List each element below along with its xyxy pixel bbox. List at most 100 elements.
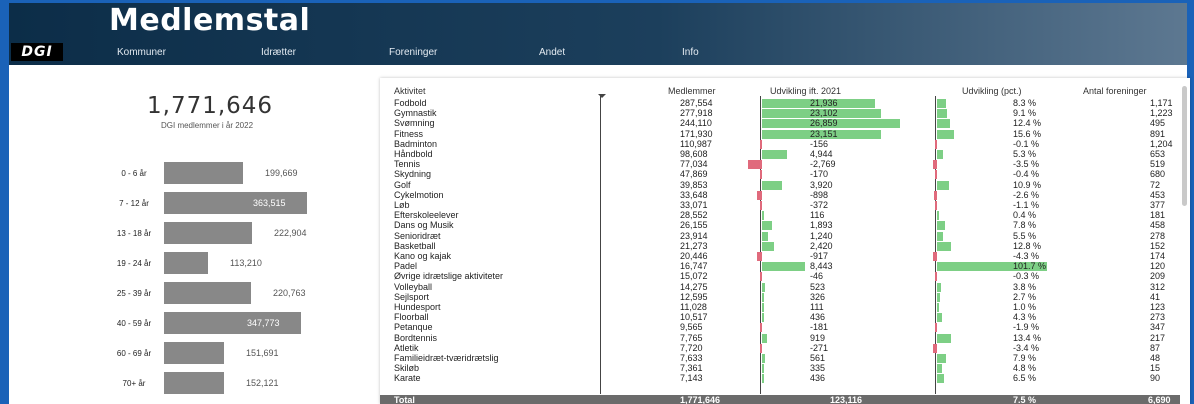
development-cell: 26,859 bbox=[810, 118, 838, 129]
table-row[interactable]: Senioridræt 23,914 1,240 5.5 % 278 bbox=[380, 230, 1180, 241]
table-row[interactable]: Skiløb 7,361 335 4.8 % 15 bbox=[380, 363, 1180, 374]
activity-name: Basketball bbox=[394, 240, 436, 251]
activity-name: Padel bbox=[394, 261, 418, 272]
age-group-label: 25 - 39 år bbox=[116, 289, 152, 298]
associations-cell: 347 bbox=[1150, 322, 1166, 333]
table-row[interactable]: Cykelmotion 33,648 -898 -2.6 % 453 bbox=[380, 189, 1180, 200]
table-row[interactable]: Efterskoleelever 28,552 116 0.4 % 181 bbox=[380, 211, 1180, 221]
members-cell: 7,361 bbox=[680, 363, 703, 374]
associations-cell: 653 bbox=[1150, 149, 1166, 159]
pct-cell: 5.5 % bbox=[1013, 230, 1037, 241]
age-group-bar[interactable] bbox=[164, 222, 252, 244]
table-row[interactable]: Dans og Musik 26,155 1,893 7.8 % 458 bbox=[380, 220, 1180, 231]
associations-cell: 891 bbox=[1150, 128, 1166, 139]
table-scrollbar[interactable] bbox=[1182, 86, 1187, 206]
age-group-bar[interactable] bbox=[164, 252, 208, 274]
table-row[interactable]: Tennis 77,034 -2,769 -3.5 % 519 bbox=[380, 160, 1180, 170]
table-row[interactable]: Floorball 10,517 436 4.3 % 273 bbox=[380, 312, 1180, 323]
nav-foreninger[interactable]: Foreninger bbox=[389, 47, 437, 58]
header-udvikling-pct[interactable]: Udvikling (pct.) bbox=[962, 86, 1022, 96]
development-cell: 21,936 bbox=[810, 98, 838, 108]
development-bar bbox=[760, 139, 762, 149]
nav-kommuner[interactable]: Kommuner bbox=[117, 47, 166, 58]
pct-cell: -0.1 % bbox=[1013, 138, 1040, 149]
members-cell: 10,517 bbox=[680, 312, 708, 323]
pct-bar bbox=[935, 323, 937, 333]
table-row[interactable]: Karate 7,143 436 6.5 % 90 bbox=[380, 374, 1180, 384]
table-row[interactable]: Padel 16,747 8,443 101.7 % 120 bbox=[380, 261, 1180, 272]
table-row[interactable]: Fodbold 287,554 21,936 8.3 % 1,171 bbox=[380, 99, 1180, 108]
table-row[interactable]: Volleyball 14,275 523 3.8 % 312 bbox=[380, 281, 1180, 292]
development-bar bbox=[760, 323, 762, 333]
header-antal-foreninger[interactable]: Antal foreninger bbox=[1083, 86, 1147, 96]
header-aktivitet[interactable]: Aktivitet bbox=[394, 86, 426, 96]
pct-bar bbox=[937, 364, 942, 374]
activity-name: Kano og kajak bbox=[394, 251, 452, 261]
activity-name: Skydning bbox=[394, 169, 432, 180]
age-group-label: 19 - 24 år bbox=[116, 259, 152, 268]
associations-cell: 123 bbox=[1150, 302, 1166, 312]
table-row[interactable]: Bordtennis 7,765 919 13.4 % 217 bbox=[380, 332, 1180, 343]
table-row[interactable]: Håndbold 98,608 4,944 5.3 % 653 bbox=[380, 150, 1180, 159]
activity-name: Atletik bbox=[394, 342, 419, 353]
pct-bar bbox=[937, 354, 946, 363]
activity-name: Cykelmotion bbox=[394, 189, 444, 200]
development-cell: -170 bbox=[810, 169, 829, 180]
pct-cell: 13.4 % bbox=[1013, 332, 1042, 343]
pct-bar bbox=[937, 374, 944, 384]
nav-idraetter[interactable]: Idrætter bbox=[261, 47, 296, 58]
table-row[interactable]: Basketball 21,273 2,420 12.8 % 152 bbox=[380, 240, 1180, 251]
table-row[interactable]: Øvrige idrætslige aktiviteter 15,072 -46 -0… bbox=[380, 271, 1180, 282]
age-group-bar[interactable] bbox=[164, 282, 251, 304]
nav-andet[interactable]: Andet bbox=[539, 47, 565, 58]
table-row[interactable]: Badminton 110,987 -156 -0.1 % 1,204 bbox=[380, 138, 1180, 149]
development-bar bbox=[762, 364, 764, 374]
age-group-bar[interactable] bbox=[164, 162, 243, 184]
header-medlemmer[interactable]: Medlemmer bbox=[668, 86, 716, 96]
table-row[interactable]: Løb 33,071 -372 -1.1 % 377 bbox=[380, 201, 1180, 210]
associations-cell: 87 bbox=[1150, 342, 1161, 353]
pct-cell: 101.7 % bbox=[1013, 261, 1047, 272]
table-row[interactable]: Gymnastik 277,918 23,102 9.1 % 1,223 bbox=[380, 109, 1180, 119]
table-row[interactable]: Sejlsport 12,595 326 2.7 % 41 bbox=[380, 292, 1180, 302]
header-udvikling[interactable]: Udvikling ift. 2021 bbox=[770, 86, 841, 96]
pct-bar bbox=[937, 241, 951, 251]
table-row[interactable]: Kano og kajak 20,446 -917 -4.3 % 174 bbox=[380, 252, 1180, 261]
table-row[interactable]: Atletik 7,720 -271 -3.4 % 87 bbox=[380, 342, 1180, 353]
development-bar bbox=[762, 282, 765, 292]
nav-info[interactable]: Info bbox=[682, 47, 699, 58]
development-cell: -917 bbox=[810, 251, 829, 261]
pct-cell: 3.8 % bbox=[1013, 281, 1037, 292]
members-cell: 244,110 bbox=[680, 118, 712, 129]
table-row[interactable]: Familieidræt-tværidrætslig 7,633 561 7.9 % 4… bbox=[380, 354, 1180, 363]
members-cell: 110,987 bbox=[680, 138, 712, 149]
development-cell: 3,920 bbox=[810, 179, 833, 190]
development-bar bbox=[748, 160, 762, 170]
table-row[interactable]: Hundesport 11,028 111 1.0 % 123 bbox=[380, 303, 1180, 312]
table-row[interactable]: Petanque 9,565 -181 -1.9 % 347 bbox=[380, 322, 1180, 333]
pct-cell: -0.3 % bbox=[1013, 271, 1040, 282]
age-group-value: 220,763 bbox=[273, 288, 306, 298]
age-group-bar[interactable] bbox=[164, 192, 307, 214]
table-row[interactable]: Golf 39,853 3,920 10.9 % 72 bbox=[380, 179, 1180, 190]
pct-cell: -1.1 % bbox=[1013, 200, 1040, 210]
members-cell: 16,747 bbox=[680, 261, 708, 272]
total-members-cell: 1,771,646 bbox=[680, 395, 721, 404]
pct-cell: 1.0 % bbox=[1013, 302, 1037, 312]
age-group-bar[interactable] bbox=[164, 342, 224, 364]
table-row[interactable]: Skydning 47,869 -170 -0.4 % 680 bbox=[380, 169, 1180, 180]
age-group-label: 40 - 59 år bbox=[116, 319, 152, 328]
development-bar bbox=[762, 354, 765, 363]
pct-cell: 4.8 % bbox=[1013, 363, 1037, 374]
pct-cell: -3.4 % bbox=[1013, 342, 1040, 353]
development-cell: 4,944 bbox=[810, 149, 833, 159]
age-group-bar[interactable] bbox=[164, 312, 301, 334]
development-bar bbox=[762, 150, 787, 159]
activity-name: Fitness bbox=[394, 128, 424, 139]
table-row[interactable]: Fitness 171,930 23,151 15.6 % 891 bbox=[380, 128, 1180, 139]
pct-cell: -2.6 % bbox=[1013, 189, 1040, 200]
development-cell: -46 bbox=[810, 271, 824, 282]
age-group-bar[interactable] bbox=[164, 372, 224, 394]
table-row[interactable]: Svømning 244,110 26,859 12.4 % 495 bbox=[380, 118, 1180, 129]
associations-cell: 458 bbox=[1150, 220, 1166, 231]
